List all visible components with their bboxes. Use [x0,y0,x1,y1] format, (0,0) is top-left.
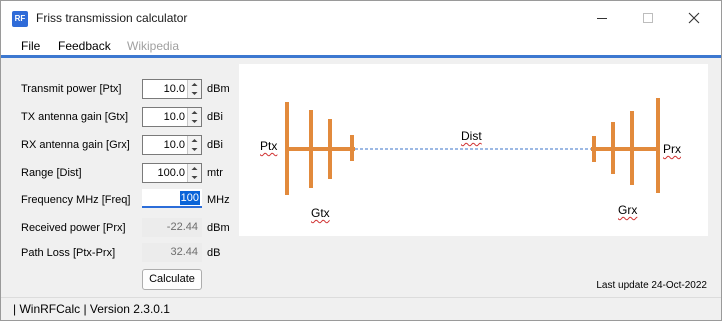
calculate-button[interactable]: Calculate [142,269,202,290]
diagram-label-gtx: Gtx [311,206,330,220]
transmit-power-spinner[interactable] [187,80,201,98]
tx-gain-value: 10.0 [163,111,185,123]
transmit-power-value: 10.0 [163,83,185,95]
antenna-diagram: Ptx Gtx Dist Grx Prx [239,64,708,236]
spin-up-icon[interactable] [188,136,201,145]
spin-down-icon[interactable] [188,89,201,98]
path-loss-output: 32.44 [142,243,202,262]
menu-feedback[interactable]: Feedback [58,39,111,53]
maximize-button[interactable] [625,1,671,35]
range-label: Range [Dist] [21,167,82,179]
spin-down-icon[interactable] [188,117,201,126]
range-input[interactable]: 100.0 [142,163,202,183]
maximize-icon [643,13,653,23]
app-logo-icon: RF [12,11,28,27]
tx-gain-label: TX antenna gain [Gtx] [21,111,129,123]
spin-down-icon[interactable] [188,145,201,154]
transmit-power-input[interactable]: 10.0 [142,79,202,99]
tx-gain-unit: dBi [207,111,223,123]
transmit-power-unit: dBm [207,83,230,95]
received-power-value: -22.44 [166,221,198,233]
last-update-text: Last update 24-Oct-2022 [596,280,707,291]
range-unit: mtr [207,167,223,179]
rx-antenna [591,98,660,193]
frequency-label: Frequency MHz [Freq] [21,194,131,206]
rx-gain-input[interactable]: 10.0 [142,135,202,155]
menu-wikipedia[interactable]: Wikipedia [127,39,179,53]
path-loss-value: 32.44 [170,246,198,258]
frequency-value: 100 [179,191,200,205]
spin-up-icon[interactable] [188,108,201,117]
tx-antenna [285,102,355,195]
diagram-label-prx: Prx [663,142,681,156]
tx-gain-input[interactable]: 10.0 [142,107,202,127]
path-loss-label: Path Loss [Ptx-Prx] [21,247,116,259]
spin-up-icon[interactable] [188,164,201,173]
close-button[interactable] [671,1,717,35]
received-power-output: -22.44 [142,218,202,237]
path-loss-unit: dB [207,247,221,259]
status-bar: | WinRFCalc | Version 2.3.0.1 [1,297,721,320]
rx-gain-label: RX antenna gain [Grx] [21,139,130,151]
close-icon [688,12,700,24]
range-spinner[interactable] [187,164,201,182]
diagram-label-grx: Grx [618,203,638,217]
diagram-label-ptx: Ptx [260,139,278,153]
transmit-power-label: Transmit power [Ptx] [21,83,122,95]
rx-gain-spinner[interactable] [187,136,201,154]
title-bar: RF Friss transmission calculator [1,1,721,35]
status-version-text: | WinRFCalc | Version 2.3.0.1 [13,302,170,316]
minimize-icon [597,18,607,19]
rx-gain-unit: dBi [207,139,223,151]
spin-down-icon[interactable] [188,173,201,182]
menu-file[interactable]: File [21,39,40,53]
range-value: 100.0 [157,167,185,179]
minimize-button[interactable] [579,1,625,35]
app-window: RF Friss transmission calculator File Fe… [0,0,722,321]
received-power-label: Received power [Prx] [21,222,126,234]
frequency-input[interactable]: 100 [142,189,202,208]
window-title: Friss transmission calculator [36,11,188,25]
spin-up-icon[interactable] [188,80,201,89]
rx-gain-value: 10.0 [163,139,185,151]
frequency-unit: MHz [207,194,230,206]
diagram-label-dist: Dist [461,129,482,143]
received-power-unit: dBm [207,222,230,234]
antenna-diagram-graphic [285,98,660,195]
menu-bar: File Feedback Wikipedia [1,35,721,58]
tx-gain-spinner[interactable] [187,108,201,126]
